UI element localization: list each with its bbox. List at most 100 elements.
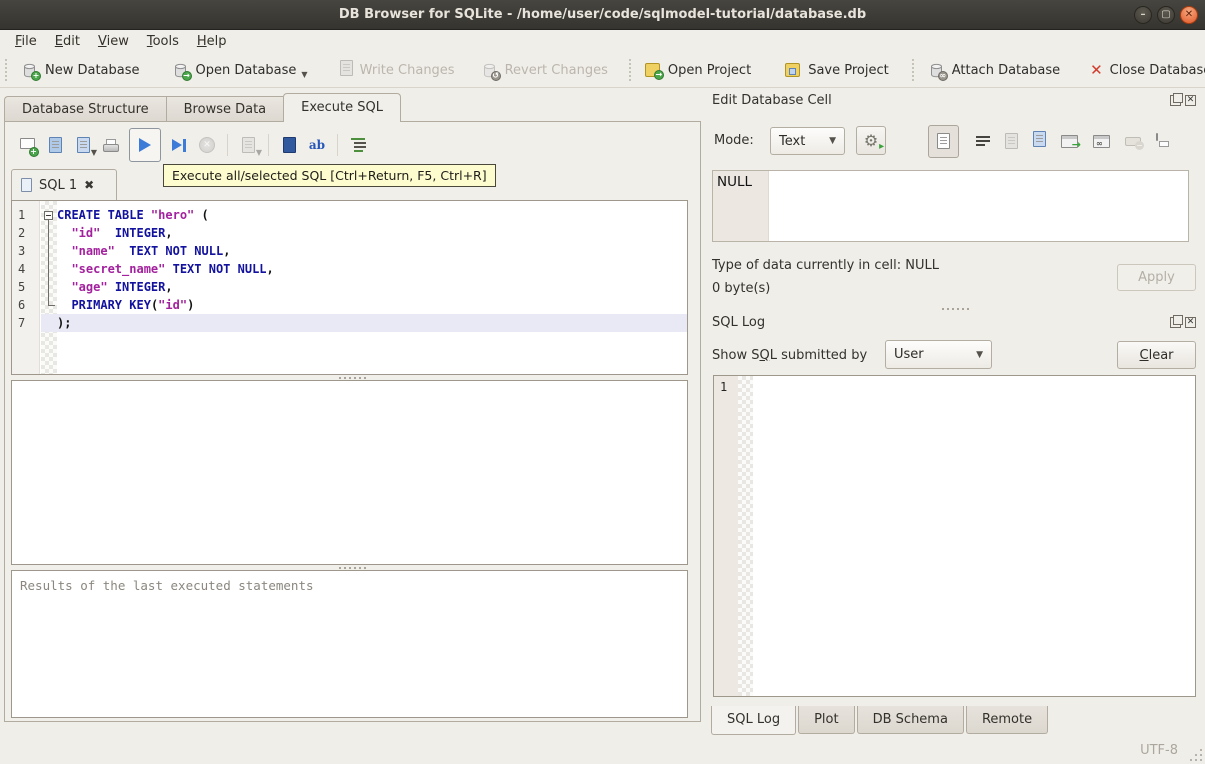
open-project-button[interactable]: → Open Project [636,59,760,82]
log-filter-label: Show SQL submitted by [712,348,868,363]
new-database-icon: + [21,62,41,81]
chevron-down-icon: ▼ [976,349,983,360]
sql-toolbar-separator [227,134,228,156]
sql-editor[interactable]: 1234567 CREATE TABLE "hero" ( "id" INTEG… [11,200,688,375]
save-cell-button[interactable] [1033,131,1046,151]
tab-remote[interactable]: Remote [965,706,1049,734]
apply-button[interactable]: Apply [1117,264,1196,291]
sql-log-title: SQL Log [712,315,766,330]
close-database-icon: ✕ [1090,60,1103,79]
toolbar-drag-handle[interactable] [911,59,914,81]
toolbar-drag-handle[interactable] [5,59,7,81]
write-changes-button[interactable]: Write Changes [331,56,464,84]
format-sql-button[interactable] [344,131,372,159]
results-message-pane[interactable]: Results of the last executed statements [11,570,688,718]
word-wrap-button[interactable] [976,136,990,146]
print-sql-button[interactable] [97,131,125,159]
edit-cell-title: Edit Database Cell [712,93,832,108]
open-project-icon: → [644,62,664,80]
close-database-button[interactable]: ✕ Close Database [1081,59,1205,82]
clear-log-button[interactable]: Clear [1117,341,1196,369]
auto-completion-button[interactable]: ab [303,131,331,159]
sql-toolbar-separator [268,134,269,156]
cell-editor[interactable]: NULL [712,170,1189,242]
editor-line-numbers: 1234567 [12,201,40,374]
mode-label: Mode: [714,133,754,148]
title-bar: DB Browser for SQLite - /home/user/code/… [0,0,1205,30]
menu-view[interactable]: View [89,32,138,51]
open-sql-file-button[interactable] [41,131,69,159]
stop-button[interactable]: ✕ [193,131,221,159]
tab-plot[interactable]: Plot [798,706,855,734]
export-cell-button[interactable]: → [1061,134,1081,150]
log-fold-margin [738,376,753,696]
resize-grip[interactable] [1189,748,1202,761]
minimize-icon[interactable]: – [1134,6,1152,24]
tab-execute-sql[interactable]: Execute SQL [283,93,402,122]
clear-cell-button[interactable] [1125,136,1144,150]
chevron-down-icon: ▼ [829,136,836,146]
save-project-button[interactable]: Save Project [776,59,898,82]
dock-splitter[interactable] [706,306,1205,311]
edit-cell-dock-controls: ✕ [1170,93,1196,106]
sql-tab-label: SQL 1 [39,177,78,193]
toolbar-drag-handle[interactable] [628,59,631,81]
attach-database-icon: ∞ [928,62,948,81]
revert-changes-icon: ↺ [481,62,501,81]
results-placeholder: Results of the last executed statements [20,578,314,593]
tab-db-schema[interactable]: DB Schema [856,706,964,734]
sql-editor-tab[interactable]: SQL 1 ✖ [11,169,117,200]
menu-file[interactable]: File [6,32,46,51]
import-cell-button[interactable] [1005,127,1018,155]
float-dock-icon[interactable] [1170,315,1183,328]
write-changes-icon [339,60,353,80]
close-sql-tab-icon[interactable]: ✖ [84,178,94,192]
open-database-button[interactable]: → Open Database ▼ [163,58,317,83]
results-grid-pane[interactable] [11,380,688,565]
execute-all-button[interactable] [129,128,161,162]
close-dock-icon[interactable]: ✕ [1185,95,1196,106]
text-mode-button[interactable] [928,124,959,158]
log-line-numbers: 1 [714,376,738,696]
menu-tools[interactable]: Tools [138,32,188,51]
main-toolbar: + New Database → Open Database ▼ Write C… [0,53,1205,88]
new-database-button[interactable]: + New Database [12,58,149,83]
tab-database-structure[interactable]: Database Structure [4,96,166,122]
mode-combobox[interactable]: Text ▼ [770,127,845,155]
menu-help[interactable]: Help [188,32,236,51]
float-dock-icon[interactable] [1170,93,1183,106]
window-title: DB Browser for SQLite - /home/user/code/… [338,7,867,22]
bottom-dock-tabs: SQL Log Plot DB Schema Remote [711,706,1050,735]
attach-database-button[interactable]: ∞ Attach Database [919,58,1069,83]
tab-sql-log[interactable]: SQL Log [711,706,797,735]
execute-all-icon [139,138,151,152]
execute-line-button[interactable] [165,131,193,159]
cell-editor-gutter: NULL [713,171,769,241]
maximize-icon[interactable]: ▢ [1157,6,1175,24]
sql-log-dock-controls: ✕ [1170,315,1196,328]
log-filter-combobox[interactable]: User ▼ [885,340,992,369]
window-controls: – ▢ ✕ [1134,6,1198,24]
menu-edit[interactable]: Edit [46,32,89,51]
editor-fold-margin[interactable] [41,201,57,374]
sql-log-view[interactable]: 1 [713,375,1196,697]
tab-browse-data[interactable]: Browse Data [165,96,284,122]
sql-toolbar: + ▼ ✕ ▼ ab [13,127,372,163]
fold-collapse-icon[interactable] [44,211,53,220]
close-dock-icon[interactable]: ✕ [1185,317,1196,328]
menu-bar: File Edit View Tools Help [0,30,1205,53]
auto-apply-button[interactable]: ⚙ ▸ [856,126,886,155]
revert-changes-button[interactable]: ↺ Revert Changes [472,58,617,83]
new-sql-tab-button[interactable]: + [13,131,41,159]
save-sql-file-button[interactable]: ▼ [69,131,97,159]
link-cell-button[interactable]: ∞ [1093,134,1110,148]
fold-guide-line [48,220,49,305]
open-database-dropdown-icon[interactable]: ▼ [301,70,307,79]
save-results-button[interactable]: ▼ [234,131,262,159]
find-replace-button[interactable] [275,131,303,159]
status-bar: UTF-8 [0,740,1205,764]
encoding-indicator: UTF-8 [1140,743,1178,758]
sql-toolbar-separator [337,134,338,156]
close-icon[interactable]: ✕ [1180,6,1198,24]
editor-code: CREATE TABLE "hero" ( "id" INTEGER, "nam… [41,206,687,332]
